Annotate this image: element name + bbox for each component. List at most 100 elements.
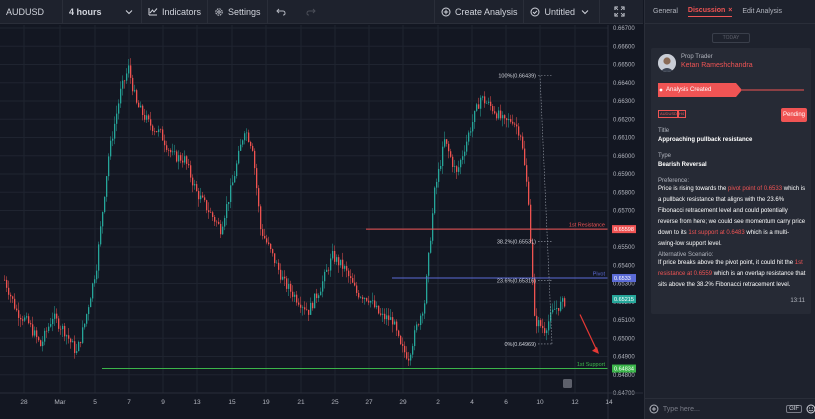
candle-body	[196, 184, 198, 192]
candle-body	[182, 160, 184, 163]
price-tick-label: 0.65100	[613, 318, 635, 324]
avatar-image	[658, 54, 676, 72]
candle-body	[100, 226, 102, 245]
candle-body	[306, 309, 308, 311]
price-tick-label: 0.66500	[613, 63, 635, 69]
candle-body	[380, 313, 382, 315]
candle-body	[116, 113, 118, 124]
symbol-selector[interactable]: AUDUSD	[0, 0, 62, 24]
candle-body	[128, 65, 130, 74]
candle-body	[34, 330, 36, 336]
candle-body	[426, 275, 428, 304]
candle-body	[262, 229, 264, 236]
candle-body	[32, 324, 34, 336]
close-icon[interactable]: ×	[728, 7, 732, 14]
interval-dropdown-button[interactable]	[121, 0, 141, 24]
candle-body	[244, 133, 246, 141]
candle-body	[102, 212, 104, 227]
date-tick-label: 28	[20, 399, 28, 406]
gear-icon	[215, 7, 223, 16]
level-price-tag-text: 0.6533	[614, 276, 631, 282]
candle-body	[84, 323, 86, 328]
settings-button[interactable]: Settings	[208, 0, 267, 24]
candle-body	[56, 313, 58, 319]
candle-body	[20, 317, 22, 320]
candle-body	[430, 240, 432, 253]
candle-body	[190, 165, 192, 178]
candle-body	[284, 276, 286, 279]
candle-body	[248, 132, 250, 142]
tab-discussion-label: Discussion	[687, 6, 726, 14]
candle-body	[126, 73, 128, 81]
candle-body	[402, 344, 404, 346]
candle-body	[454, 166, 456, 167]
date-tick-label: 6	[504, 399, 508, 406]
price-tick-label: 0.65000	[613, 336, 635, 342]
candle-body	[8, 287, 10, 295]
candle-body	[510, 119, 512, 122]
candle-body	[38, 337, 40, 341]
candle-body	[494, 111, 496, 114]
preference-text-1: Price is rising towards the	[658, 186, 729, 192]
candle-body	[78, 341, 80, 352]
fullscreen-button[interactable]	[600, 0, 643, 24]
date-tick-label: 4	[470, 399, 474, 406]
alternative-text-1: If price breaks above the pivot point, i…	[658, 260, 795, 266]
candle-body	[214, 216, 216, 222]
candle-body	[434, 187, 436, 214]
gif-button[interactable]: GIF	[786, 405, 803, 413]
candle-body	[44, 330, 46, 342]
undo-button[interactable]	[268, 0, 298, 24]
candle-body	[14, 298, 16, 309]
tab-general[interactable]: General	[653, 8, 678, 15]
candle-body	[528, 181, 530, 205]
candle-body	[436, 181, 438, 188]
candle-body	[16, 308, 18, 311]
candle-body	[224, 218, 226, 227]
author-name[interactable]: Ketan Rameshchandra	[681, 62, 753, 69]
interval-selector[interactable]: 4 hours	[63, 0, 121, 24]
redo-button[interactable]	[298, 0, 328, 24]
candle-body	[114, 123, 116, 139]
create-analysis-button[interactable]: Create Analysis	[435, 0, 524, 24]
candle-body	[444, 139, 446, 147]
candle-body	[156, 131, 158, 133]
message-input[interactable]	[662, 402, 773, 416]
candle-body	[148, 115, 150, 120]
candle-body	[486, 102, 488, 104]
indicators-button[interactable]: Indicators	[142, 0, 207, 24]
candle-body	[202, 195, 204, 198]
candle-body	[520, 135, 522, 137]
alternative-text: If price breaks above the pivot point, i…	[658, 258, 806, 291]
price-tick-label: 0.65400	[613, 263, 635, 269]
candle-body	[556, 308, 558, 309]
today-divider: TODAY	[712, 33, 750, 43]
price-tick-label: 0.65900	[613, 172, 635, 178]
candle-body	[324, 271, 326, 282]
tab-edit-analysis[interactable]: Edit Analysis	[742, 8, 782, 15]
emoji-icon[interactable]	[806, 404, 815, 414]
add-icon[interactable]	[649, 404, 659, 414]
author-role: Prop Trader	[681, 54, 713, 60]
candle-body	[302, 307, 304, 308]
candlestick-chart[interactable]: 1st Resistance Pivot 1st Support 100%(0.664…	[0, 25, 643, 419]
candle-body	[462, 156, 464, 160]
tab-discussion[interactable]: Discussion ×	[687, 6, 733, 17]
price-chart[interactable]: 1st Resistance Pivot 1st Support 100%(0.664…	[0, 25, 643, 419]
candle-body	[172, 151, 174, 153]
candle-body	[28, 316, 30, 324]
candle-body	[384, 313, 386, 320]
candle-body	[516, 124, 518, 127]
candle-body	[250, 141, 252, 146]
candle-body	[370, 301, 372, 303]
candle-body	[564, 298, 566, 307]
layout-menu[interactable]: Untitled	[524, 0, 599, 24]
candle-body	[424, 303, 426, 314]
candle-body	[552, 309, 554, 313]
candle-body	[320, 291, 322, 296]
banner-label: Analysis Created	[666, 87, 712, 93]
candle-body	[396, 321, 398, 331]
price-tick-label: 0.64700	[613, 391, 635, 397]
candle-body	[88, 307, 90, 315]
candle-body	[412, 346, 414, 355]
